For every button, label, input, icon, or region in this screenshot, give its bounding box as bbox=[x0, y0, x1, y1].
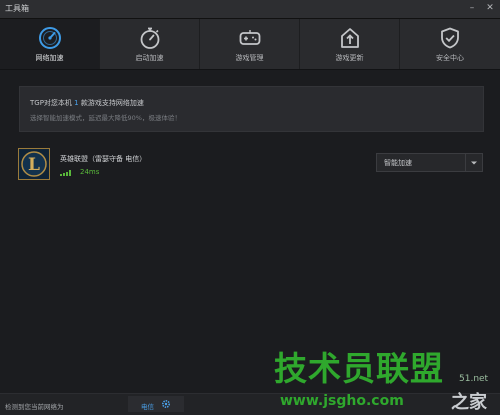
tab-startup-acceleration[interactable]: 启动加速 bbox=[100, 19, 200, 69]
close-icon[interactable]: ✕ bbox=[483, 2, 497, 15]
tab-game-update[interactable]: 游戏更新 bbox=[300, 19, 400, 69]
game-row: L 英雄联盟（雷瑟守备 电信） 24ms 智能加速 bbox=[18, 148, 484, 186]
minimize-icon[interactable]: – bbox=[465, 2, 479, 15]
tab-network-acceleration[interactable]: 网络加速 bbox=[0, 19, 100, 69]
tab-label: 网络加速 bbox=[35, 54, 64, 62]
stopwatch-icon bbox=[140, 27, 159, 49]
title-bar: 工具箱 – ✕ bbox=[0, 0, 500, 19]
acceleration-mode-select[interactable]: 智能加速 bbox=[376, 153, 483, 172]
tab-label: 游戏管理 bbox=[235, 54, 264, 62]
network-detect-label: 检测到您当前网络为 bbox=[5, 403, 64, 411]
supported-game-count: 1 bbox=[74, 99, 79, 107]
ping-value: 24ms bbox=[80, 168, 100, 176]
game-name: 英雄联盟（雷瑟守备 电信） bbox=[60, 155, 147, 163]
notice-hint: 选择智能加速模式，延迟最大降低90%，极速体验！ bbox=[30, 114, 181, 122]
notice-prefix: TGP对您本机 bbox=[30, 99, 72, 107]
lol-logo-icon: L bbox=[21, 151, 47, 177]
logo-letter: L bbox=[28, 155, 40, 175]
tab-game-management[interactable]: 游戏管理 bbox=[200, 19, 300, 69]
selected-mode: 智能加速 bbox=[384, 159, 412, 167]
game-logo: L bbox=[18, 148, 50, 180]
chevron-down-icon[interactable] bbox=[465, 154, 482, 171]
tab-security-center[interactable]: 安全中心 bbox=[400, 19, 500, 69]
gamepad-icon bbox=[239, 30, 260, 45]
watermark-brand: 技术员联盟 bbox=[274, 349, 444, 388]
isp-name: 电信 bbox=[141, 403, 154, 411]
tab-label: 启动加速 bbox=[135, 54, 164, 62]
gear-icon[interactable] bbox=[161, 399, 171, 409]
isp-indicator: 电信 bbox=[128, 396, 184, 412]
tab-label: 安全中心 bbox=[436, 54, 464, 62]
watermark-domain-fragment: 51.net bbox=[459, 374, 489, 384]
status-bar: 检测到您当前网络为 电信 bbox=[0, 394, 500, 415]
acceleration-notice: TGP对您本机 1 款游戏支持网络加速 选择智能加速模式，延迟最大降低90%，极… bbox=[19, 86, 484, 132]
signal-strength-icon bbox=[60, 170, 71, 176]
notice-summary: TGP对您本机 1 款游戏支持网络加速 bbox=[30, 98, 144, 108]
shield-check-icon bbox=[441, 27, 459, 49]
tab-bar: 网络加速 启动加速 游戏管理 游戏更新 安全中心 bbox=[0, 19, 500, 70]
update-icon bbox=[340, 28, 359, 48]
notice-suffix: 款游戏支持网络加速 bbox=[80, 99, 144, 107]
window-title: 工具箱 bbox=[5, 4, 29, 13]
tab-label: 游戏更新 bbox=[335, 54, 364, 62]
speedometer-icon bbox=[38, 27, 61, 49]
